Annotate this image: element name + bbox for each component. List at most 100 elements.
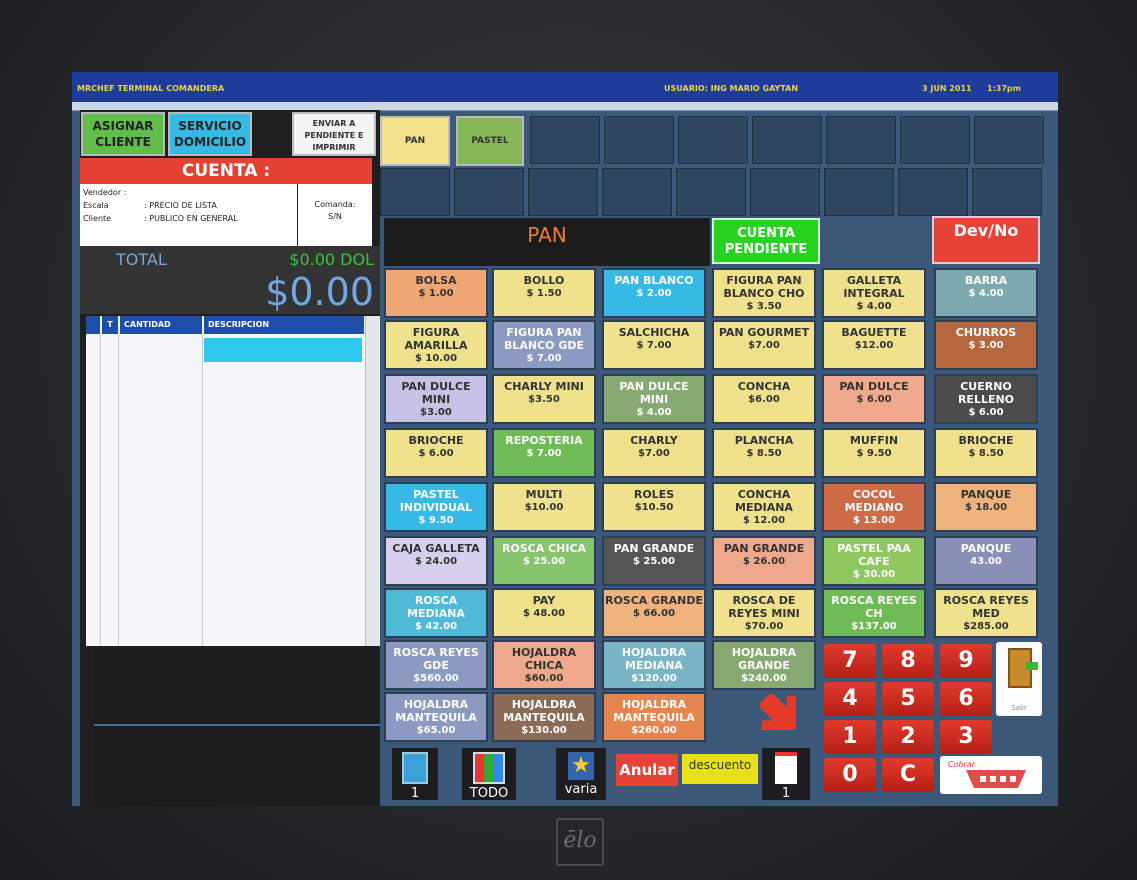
keypad-key-c[interactable]: C (882, 758, 934, 792)
empty-category-slot[interactable] (972, 168, 1042, 216)
product-button[interactable]: MULTI $10.00 (492, 482, 596, 532)
product-button[interactable]: HOJALDRA MEDIANA $120.00 (602, 640, 706, 690)
product-button[interactable]: PANQUE $ 18.00 (934, 482, 1038, 532)
keypad-key-1[interactable]: 1 (824, 720, 876, 754)
cancel-button[interactable]: Anular (616, 754, 678, 786)
empty-category-slot[interactable] (826, 116, 896, 164)
product-button[interactable]: PAY $ 48.00 (492, 588, 596, 638)
category-pastel-button[interactable]: PASTEL (456, 116, 524, 166)
product-button[interactable]: PAN DULCE MINI $ 4.00 (602, 374, 706, 424)
product-button[interactable]: FIGURA PAN BLANCO GDE $ 7.00 (492, 320, 596, 370)
product-button[interactable]: BRIOCHE $ 8.50 (934, 428, 1038, 478)
order-table[interactable]: T CANTIDAD DESCRIPCION (86, 316, 380, 646)
product-button[interactable]: CHARLY $7.00 (602, 428, 706, 478)
product-button[interactable]: PASTEL INDIVIDUAL $ 9.50 (384, 482, 488, 532)
pending-account-button[interactable]: CUENTA PENDIENTE (712, 218, 820, 264)
product-button[interactable]: REPOSTERIA $ 7.00 (492, 428, 596, 478)
product-button[interactable]: PASTEL PAA CAFE $ 30.00 (822, 536, 926, 586)
product-button[interactable]: CHARLY MINI $3.50 (492, 374, 596, 424)
pos-screen: MRCHEF TERMINAL COMANDERA USUARIO: ING M… (72, 72, 1058, 806)
empty-category-slot[interactable] (752, 116, 822, 164)
empty-category-slot[interactable] (454, 168, 524, 216)
empty-category-slot[interactable] (900, 116, 970, 164)
keypad-key-4[interactable]: 4 (824, 682, 876, 716)
empty-category-slot[interactable] (898, 168, 968, 216)
keypad-key-8[interactable]: 8 (882, 644, 934, 678)
product-button[interactable]: GALLETA INTEGRAL $ 4.00 (822, 268, 926, 318)
home-service-button[interactable]: SERVICIO DOMICILIO (168, 112, 252, 156)
page-left-button[interactable]: 1 (392, 748, 438, 801)
product-name: CHURROS (955, 326, 1017, 339)
product-button[interactable]: FIGURA AMARILLA $ 10.00 (384, 320, 488, 370)
product-name: BRIOCHE (958, 434, 1014, 447)
all-button[interactable]: TODO (462, 748, 516, 801)
product-button[interactable]: FIGURA PAN BLANCO CHO $ 3.50 (712, 268, 816, 318)
product-button[interactable]: ROSCA DE REYES MINI $70.00 (712, 588, 816, 638)
product-button[interactable]: PAN GRANDE $ 25.00 (602, 536, 706, 586)
various-button[interactable]: ★ varia (556, 748, 606, 800)
product-button[interactable]: HOJALDRA GRANDE $240.00 (712, 640, 816, 690)
product-button[interactable]: BOLSA $ 1.00 (384, 268, 488, 318)
keypad-key-3[interactable]: 3 (940, 720, 992, 754)
keypad-key-6[interactable]: 6 (940, 682, 992, 716)
product-button[interactable]: ROSCA CHICA $ 25.00 (492, 536, 596, 586)
product-button[interactable]: HOJALDRA CHICA $60.00 (492, 640, 596, 690)
product-button[interactable]: CONCHA MEDIANA $ 12.00 (712, 482, 816, 532)
product-button[interactable]: ROSCA GRANDE $ 66.00 (602, 588, 706, 638)
table-scrollbar[interactable] (365, 316, 380, 646)
product-name: ROSCA REYES CH (831, 594, 917, 620)
send-pending-button[interactable]: ENVIAR A PENDIENTE E IMPRIMIR (292, 112, 376, 156)
product-button[interactable]: PAN GOURMET $7.00 (712, 320, 816, 370)
product-button[interactable]: PAN DULCE $ 6.00 (822, 374, 926, 424)
product-button[interactable]: ROSCA REYES MED $285.00 (934, 588, 1038, 638)
empty-category-slot[interactable] (824, 168, 894, 216)
keypad-key-0[interactable]: 0 (824, 758, 876, 792)
product-button[interactable]: ROSCA MEDIANA $ 42.00 (384, 588, 488, 638)
empty-category-slot[interactable] (678, 116, 748, 164)
product-button[interactable]: ROLES $10.50 (602, 482, 706, 532)
product-button[interactable]: BRIOCHE $ 6.00 (384, 428, 488, 478)
discount-button[interactable]: descuento (682, 754, 758, 784)
product-button[interactable]: HOJALDRA MANTEQUILA $130.00 (492, 692, 596, 742)
product-button[interactable]: CHURROS $ 3.00 (934, 320, 1038, 370)
product-button[interactable]: COCOL MEDIANO $ 13.00 (822, 482, 926, 532)
product-button[interactable]: HOJALDRA MANTEQUILA $260.00 (602, 692, 706, 742)
product-button[interactable]: PAN BLANCO $ 2.00 (602, 268, 706, 318)
product-button[interactable]: PAN DULCE MINI $3.00 (384, 374, 488, 424)
empty-category-slot[interactable] (974, 116, 1044, 164)
product-button[interactable]: SALCHICHA $ 7.00 (602, 320, 706, 370)
product-button[interactable]: PLANCHA $ 8.50 (712, 428, 816, 478)
product-button[interactable]: CAJA GALLETA $ 24.00 (384, 536, 488, 586)
empty-category-slot[interactable] (530, 116, 600, 164)
product-button[interactable]: CONCHA $6.00 (712, 374, 816, 424)
category-pan-button[interactable]: PAN (380, 116, 450, 166)
empty-category-slot[interactable] (380, 168, 450, 216)
empty-category-slot[interactable] (602, 168, 672, 216)
empty-category-slot[interactable] (750, 168, 820, 216)
devno-button[interactable]: Dev/No (932, 216, 1040, 264)
empty-category-slot[interactable] (676, 168, 746, 216)
product-button[interactable]: ROSCA REYES GDE $560.00 (384, 640, 488, 690)
checkout-basket-button[interactable]: Cobrar (940, 756, 1042, 794)
product-button[interactable]: BOLLO $ 1.50 (492, 268, 596, 318)
app-title: MRCHEF TERMINAL COMANDERA (77, 84, 225, 93)
empty-category-slot[interactable] (604, 116, 674, 164)
product-button[interactable]: PAN GRANDE $ 26.00 (712, 536, 816, 586)
product-price: $ 25.00 (632, 556, 676, 567)
product-button[interactable]: BAGUETTE $12.00 (822, 320, 926, 370)
page-right-button[interactable]: 1 (762, 748, 810, 801)
product-button[interactable]: CUERNO RELLENO $ 6.00 (934, 374, 1038, 424)
keypad-key-9[interactable]: 9 (940, 644, 992, 678)
exit-button[interactable]: Salir (996, 642, 1042, 716)
product-button[interactable]: MUFFIN $ 9.50 (822, 428, 926, 478)
product-button[interactable]: ROSCA REYES CH $137.00 (822, 588, 926, 638)
keypad-key-5[interactable]: 5 (882, 682, 934, 716)
product-button[interactable]: HOJALDRA MANTEQUILA $65.00 (384, 692, 488, 742)
product-name: PAN DULCE MINI (619, 380, 689, 406)
keypad-key-7[interactable]: 7 (824, 644, 876, 678)
product-button[interactable]: PANQUE 43.00 (934, 536, 1038, 586)
empty-category-slot[interactable] (528, 168, 598, 216)
keypad-key-2[interactable]: 2 (882, 720, 934, 754)
product-button[interactable]: BARRA $ 4.00 (934, 268, 1038, 318)
assign-client-button[interactable]: ASIGNAR CLIENTE (81, 112, 165, 156)
